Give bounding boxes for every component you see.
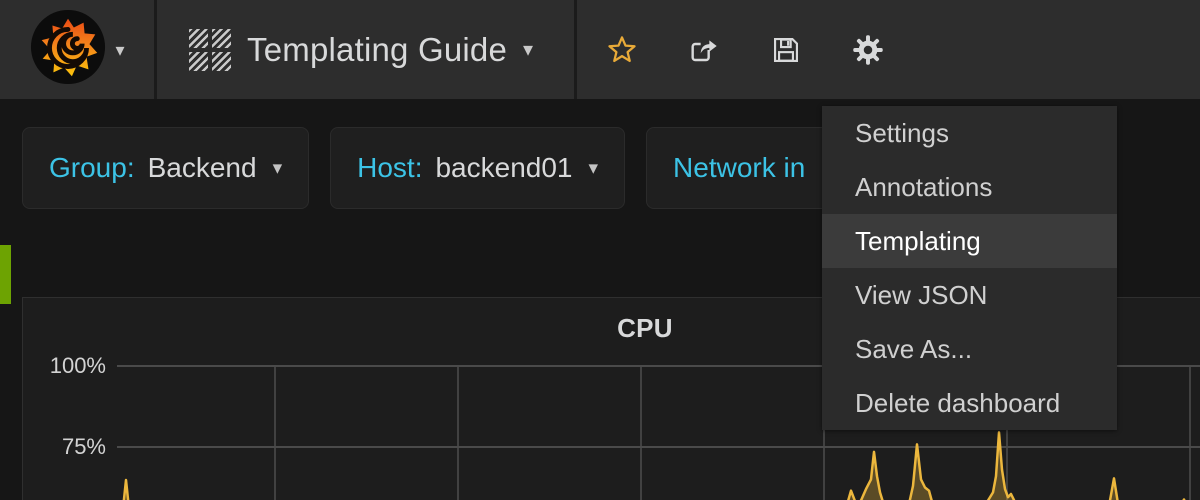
variable-host-value: backend01 [435, 152, 572, 184]
top-navbar: ▾ Templating Guide ▾ [0, 0, 1200, 99]
variable-group-label: Group: [49, 152, 135, 184]
dashboard-caret-icon: ▾ [523, 40, 533, 60]
chevron-down-icon: ▾ [273, 159, 283, 178]
menu-item-templating[interactable]: Templating [822, 214, 1117, 268]
grafana-logo-icon[interactable] [29, 8, 107, 91]
variable-group-value: Backend [148, 152, 257, 184]
dashboard-picker[interactable]: Templating Guide ▾ [157, 0, 577, 99]
org-caret-icon: ▾ [115, 41, 124, 59]
share-button[interactable] [687, 33, 721, 67]
menu-item-view-json[interactable]: View JSON [822, 268, 1117, 322]
dashboard-title[interactable]: Templating Guide [247, 31, 507, 69]
variable-network-label: Network in [673, 152, 805, 184]
ytick-100: 100% [36, 353, 106, 379]
ytick-75: 75% [36, 434, 106, 460]
menu-item-delete-dashboard[interactable]: Delete dashboard [822, 376, 1117, 430]
grafana-dashboard: ▾ Templating Guide ▾ [0, 0, 1200, 500]
save-button[interactable] [769, 33, 803, 67]
variable-host-label: Host: [357, 152, 422, 184]
star-button[interactable] [605, 33, 639, 67]
row-toggle[interactable] [0, 245, 11, 304]
dashboard-grid-icon [189, 29, 231, 71]
menu-item-annotations[interactable]: Annotations [822, 160, 1117, 214]
variable-group[interactable]: Group: Backend ▾ [22, 127, 309, 209]
navbar-actions [577, 0, 885, 99]
variable-host[interactable]: Host: backend01 ▾ [330, 127, 625, 209]
settings-gear-button[interactable] [851, 33, 885, 67]
chevron-down-icon: ▾ [589, 159, 599, 178]
menu-item-save-as[interactable]: Save As... [822, 322, 1117, 376]
org-menu[interactable]: ▾ [0, 0, 157, 99]
settings-dropdown-menu: Settings Annotations Templating View JSO… [822, 106, 1117, 430]
menu-item-settings[interactable]: Settings [822, 106, 1117, 160]
